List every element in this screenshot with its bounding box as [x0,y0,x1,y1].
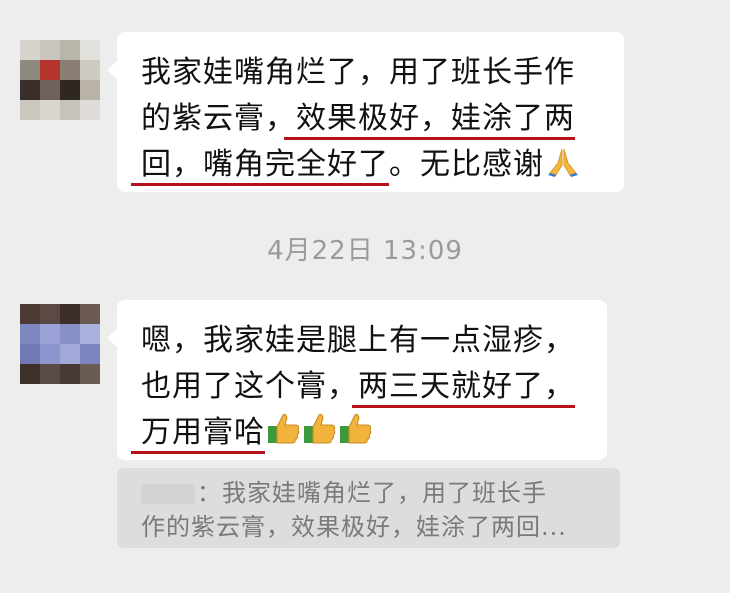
quote-text: 作的紫云膏，效果极好，娃涂了两回... [141,513,567,541]
highlighted-text: 两三天就好了， [352,369,575,408]
message-text: 也用了这个膏， [141,369,358,404]
thumbs-up-icon [339,411,373,445]
avatar-sender-1[interactable] [20,40,100,120]
highlighted-text: 效果极好，娃涂了两 [284,101,575,140]
highlighted-text: 回，嘴角完全好了 [131,147,389,186]
message-bubble-2[interactable]: 嗯，我家娃是腿上有一点湿疹， 也用了这个膏，两三天就好了， 万用膏哈 [107,300,607,460]
message-text: 的紫云膏， [141,101,296,136]
pray-emoji-icon [546,145,580,177]
quote-sender-name-redacted [141,484,195,504]
quote-separator: ： [197,479,222,507]
message-timestamp: 4月22日 13:09 [267,236,463,266]
thumbs-up-icon [303,411,337,445]
message-bubble-1[interactable]: 我家娃嘴角烂了，用了班长手作 的紫云膏，效果极好，娃涂了两 回，嘴角完全好了。无… [107,32,624,192]
highlighted-text: 万用膏哈 [131,415,265,454]
message-text: 嗯，我家娃是腿上有一点湿疹， [141,323,575,358]
avatar-sender-2[interactable] [20,304,100,384]
message-text: 。无比感谢 [389,147,544,182]
thumbs-up-icon [267,411,301,445]
quote-text: 我家娃嘴角烂了，用了班长手 [222,479,547,507]
quoted-message[interactable]: ：我家娃嘴角烂了，用了班长手 作的紫云膏，效果极好，娃涂了两回... [117,468,620,548]
message-text: 我家娃嘴角烂了，用了班长手作 [141,55,575,90]
